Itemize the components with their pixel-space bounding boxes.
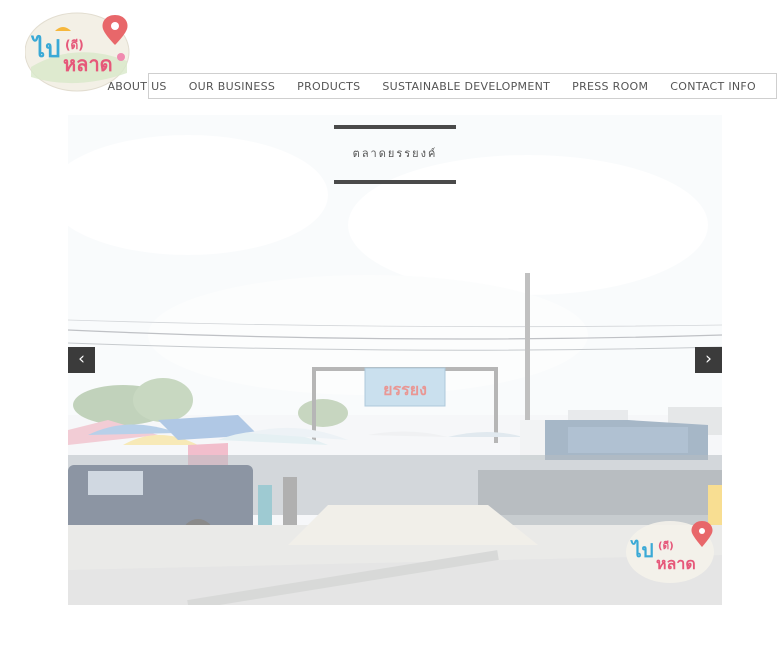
nav-our-business[interactable]: OUR BUSINESS <box>189 80 275 93</box>
slide-caption: ตลาดยรรยงค์ <box>334 125 456 185</box>
nav-press-room[interactable]: PRESS ROOM <box>572 80 648 93</box>
slider-next-button[interactable]: › <box>695 347 722 373</box>
slide-caption-text: ตลาดยรรยงค์ <box>352 147 438 160</box>
nav-contact-info[interactable]: CONTACT INFO <box>670 80 756 93</box>
watermark-text-top: ไป <box>630 539 654 562</box>
logo-text-top: ไป <box>30 34 60 63</box>
chevron-left-icon: ‹ <box>78 349 85 369</box>
photo-overlay <box>68 115 722 605</box>
logo-text-bottom: หลาด <box>63 52 113 76</box>
main-nav: ABOUT US OUR BUSINESS PRODUCTS SUSTAINAB… <box>107 73 777 99</box>
logo-text-paren: (ดี) <box>65 38 84 52</box>
nav-about-us[interactable]: ABOUT US <box>107 80 166 93</box>
watermark-text-bottom: หลาด <box>656 554 696 573</box>
watermark-text-paren: (ดี) <box>658 540 674 552</box>
hero-slider: ยรรยง ตลาดยรรยงค์ ‹ › ไป (ดี) หลาด <box>68 115 722 605</box>
slider-prev-button[interactable]: ‹ <box>68 347 95 373</box>
nav-sustainable-development[interactable]: SUSTAINABLE DEVELOPMENT <box>382 80 550 93</box>
caption-bar-bottom <box>334 180 456 184</box>
nav-products[interactable]: PRODUCTS <box>297 80 360 93</box>
caption-bar-top <box>334 125 456 129</box>
chevron-right-icon: › <box>705 349 712 369</box>
watermark-logo: ไป (ดี) หลาด <box>626 519 716 585</box>
